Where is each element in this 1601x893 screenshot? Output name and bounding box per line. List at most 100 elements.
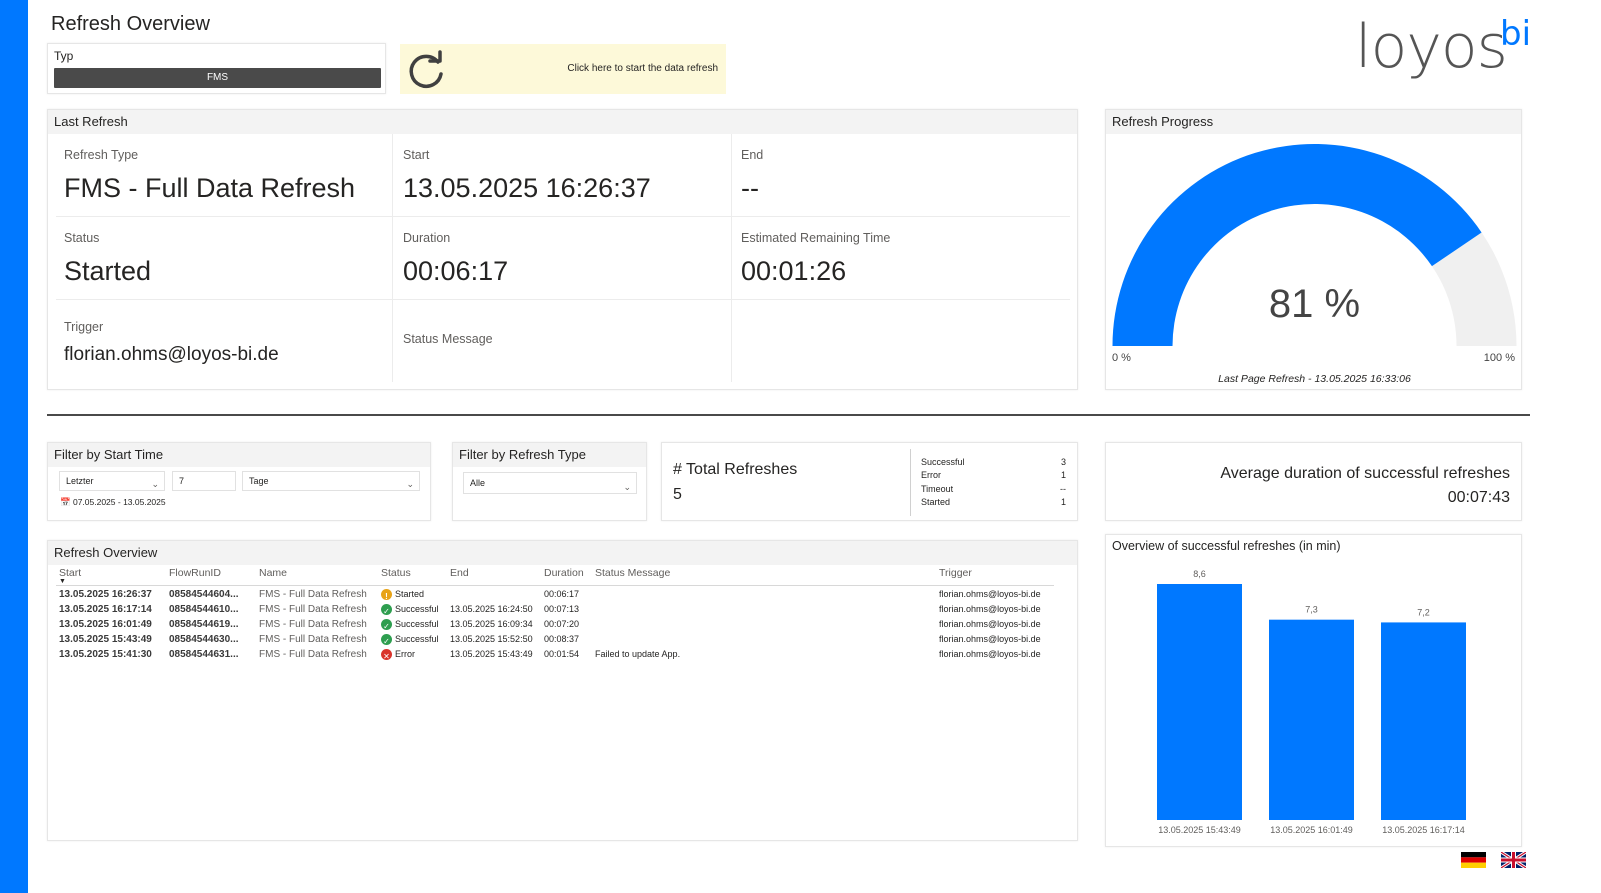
gauge-max-label: 100 % <box>1483 352 1515 364</box>
cell-end: 13.05.2025 15:43:49 <box>450 649 533 659</box>
x-tick-label: 13.05.2025 16:17:14 <box>1382 825 1465 835</box>
col-duration[interactable]: Duration <box>544 567 584 579</box>
sort-desc-icon[interactable]: ▼ <box>59 578 66 585</box>
cell-trigger: florian.ohms@loyos-bi.de <box>939 589 1041 599</box>
bar-data-label: 8,6 <box>1193 569 1206 579</box>
col-status-message[interactable]: Status Message <box>595 567 670 579</box>
table-row[interactable]: 13.05.2025 16:01:49 08584544619... FMS - F… <box>48 617 1079 632</box>
breakdown-label: Started <box>921 496 951 507</box>
breakdown-value: 1 <box>1060 470 1066 481</box>
start-refresh-button[interactable]: Click here to start the data refresh <box>400 44 726 94</box>
bar[interactable] <box>1381 622 1466 820</box>
x-tick-label: 13.05.2025 16:01:49 <box>1270 825 1353 835</box>
breakdown-value: 3 <box>1060 457 1066 467</box>
status-started-icon: ! <box>381 589 392 601</box>
breakdown-label: Timeout <box>921 483 954 494</box>
cell-trigger: florian.ohms@loyos-bi.de <box>939 649 1041 659</box>
page-title: Refresh Overview <box>51 13 210 35</box>
filter-amount-input[interactable]: 7 <box>172 471 236 491</box>
cell-flowrunid: 08584544631... <box>169 649 239 660</box>
cell-status: ✓ Successful <box>381 632 439 647</box>
trigger-label: Trigger <box>64 320 104 334</box>
trigger-value: florian.ohms@loyos-bi.de <box>64 344 279 365</box>
cell-status: ! Started <box>381 587 424 602</box>
table-row[interactable]: 13.05.2025 16:26:37 08584544604... FMS - F… <box>48 587 1079 602</box>
table-header: Start FlowRunID Name Status End Duration… <box>48 567 1079 585</box>
col-flowrunid[interactable]: FlowRunID <box>169 567 221 579</box>
cell-start: 13.05.2025 16:26:37 <box>59 589 152 600</box>
refresh-overview-table: Refresh Overview Start FlowRunID Name St… <box>47 540 1078 841</box>
cell-name: FMS - Full Data Refresh <box>259 619 367 630</box>
cell-status: ✕ Error <box>381 647 415 662</box>
status-successful-icon: ✓ <box>381 604 392 616</box>
table-row[interactable]: 13.05.2025 16:17:14 08584544610... FMS - F… <box>48 602 1079 617</box>
filter-unit-select[interactable]: Tage ⌄ <box>242 471 420 491</box>
cell-duration: 00:08:37 <box>544 634 580 644</box>
average-duration-card: Average duration of successful refreshes… <box>1105 442 1522 521</box>
filter-mode-select[interactable]: Letzter ⌄ <box>59 471 165 491</box>
status-label: Status <box>64 231 100 245</box>
gauge-min-label: 0 % <box>1112 352 1131 364</box>
cell-end: 13.05.2025 15:52:50 <box>450 634 533 644</box>
status-value: Started <box>64 256 152 286</box>
end-value: -- <box>741 173 759 203</box>
col-status[interactable]: Status <box>381 567 411 579</box>
refresh-button-label: Click here to start the data refresh <box>567 63 718 74</box>
refresh-breakdown: Successful 3 Error 1 Timeout -- Started 1 <box>921 457 1066 510</box>
typ-label: Typ <box>54 49 74 63</box>
table-row[interactable]: 13.05.2025 15:43:49 08584544630... FMS - F… <box>48 632 1079 647</box>
col-name[interactable]: Name <box>259 567 287 579</box>
duration-value: 00:06:17 <box>403 256 509 286</box>
bar[interactable] <box>1269 619 1354 820</box>
status-message-label: Status Message <box>403 332 493 346</box>
uk-flag-icon[interactable] <box>1501 852 1526 868</box>
chevron-down-icon: ⌄ <box>623 482 631 492</box>
refresh-icon <box>409 50 443 89</box>
filter-start-time: Filter by Start Time Letzter ⌄ 7 Tage ⌄ 📅 … <box>47 442 431 521</box>
refresh-type-value: FMS - Full Data Refresh <box>64 173 356 203</box>
breakdown-row: Started 1 <box>921 497 1066 510</box>
cell-name: FMS - Full Data Refresh <box>259 589 367 600</box>
filter-start-title: Filter by Start Time <box>48 443 430 467</box>
cell-name: FMS - Full Data Refresh <box>259 649 367 660</box>
end-label: End <box>741 148 764 162</box>
refresh-type-select[interactable]: Alle ⌄ <box>463 472 637 494</box>
bar[interactable] <box>1157 584 1242 820</box>
breakdown-label: Error <box>921 470 941 481</box>
cell-status: ✓ Successful <box>381 617 439 632</box>
last-refresh-card: Last Refresh Refresh Type FMS - Full Dat… <box>47 109 1078 390</box>
refresh-progress-title: Refresh Progress <box>1106 110 1521 134</box>
cell-end: 13.05.2025 16:24:50 <box>450 604 533 614</box>
start-label: Start <box>403 148 430 162</box>
gauge-value-label: 81 % <box>1268 282 1361 326</box>
cell-duration: 00:07:13 <box>544 604 580 614</box>
cell-flowrunid: 08584544619... <box>169 619 239 630</box>
breakdown-value: -- <box>1060 483 1066 494</box>
table-title: Refresh Overview <box>48 541 1077 565</box>
col-trigger[interactable]: Trigger <box>939 567 972 579</box>
cell-duration: 00:06:17 <box>544 589 580 599</box>
refresh-type-label: Refresh Type <box>64 148 139 162</box>
calendar-icon: 📅 <box>60 497 71 507</box>
breakdown-row: Successful 3 <box>921 457 1066 470</box>
cell-flowrunid: 08584544604... <box>169 589 239 600</box>
filter-date-range: 📅 07.05.2025 - 13.05.2025 <box>60 497 166 507</box>
bar-chart: 8,6 13.05.2025 15:43:49 7,3 13.05.2025 16:0… <box>1157 569 1466 835</box>
status-successful-icon: ✓ <box>381 634 392 646</box>
status-error-icon: ✕ <box>381 649 392 661</box>
col-end[interactable]: End <box>450 567 469 579</box>
cell-flowrunid: 08584544630... <box>169 634 239 645</box>
german-flag-icon[interactable] <box>1461 852 1486 868</box>
cell-start: 13.05.2025 15:43:49 <box>59 634 152 645</box>
breakdown-value: 1 <box>1060 496 1066 507</box>
bar-data-label: 7,2 <box>1417 607 1430 617</box>
typ-filter: Typ FMS <box>47 43 386 94</box>
loyos-bi-logo: loyos bi <box>1355 12 1532 82</box>
cell-status-message: Failed to update App. <box>595 649 681 659</box>
bar-data-label: 7,3 <box>1305 605 1318 615</box>
table-row[interactable]: 13.05.2025 15:41:30 08584544631... FMS - F… <box>48 647 1079 662</box>
left-accent-bar <box>0 0 28 893</box>
typ-fms-chip[interactable]: FMS <box>54 68 381 88</box>
total-refreshes-title: # Total Refreshes <box>673 461 798 478</box>
duration-label: Duration <box>403 231 451 245</box>
